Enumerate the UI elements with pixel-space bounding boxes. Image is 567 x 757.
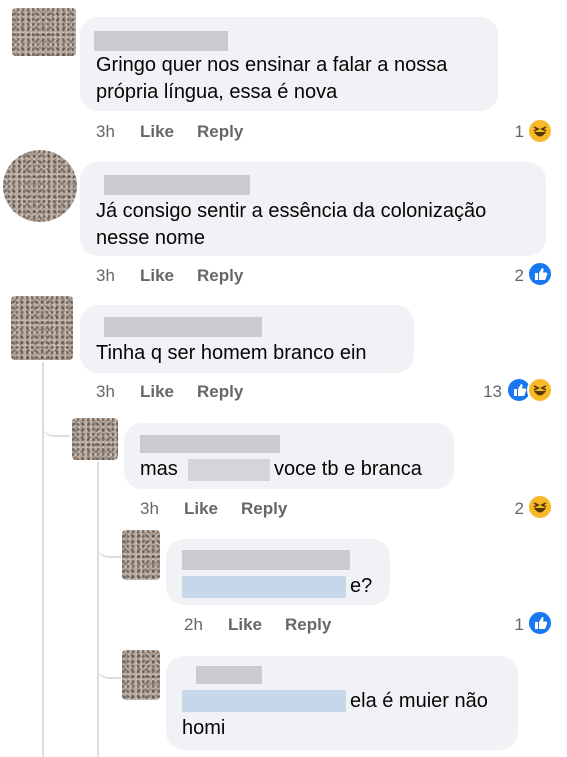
avatar[interactable] [3,150,77,222]
author-name-redacted[interactable] [104,317,262,337]
author-name-redacted[interactable] [104,175,250,195]
reply-actions: 3h Like Reply [0,499,567,519]
reaction-count[interactable]: 13 [470,382,502,402]
mention-redacted[interactable] [188,459,270,481]
thread-connector-reply-3 [97,635,121,679]
reaction-count[interactable]: 1 [490,615,524,635]
like-button[interactable]: Like [228,615,262,635]
thread-connector-reply-2 [97,518,121,558]
reply-text: mas [140,458,178,480]
mention-redacted[interactable] [182,576,346,598]
avatar[interactable] [12,8,76,56]
reply-bubble: mas voce tb e branca [124,423,454,489]
haha-icon[interactable] [527,377,553,403]
reply-text: e? [350,575,373,597]
reaction-count[interactable]: 2 [490,499,524,519]
comment-text: Tinha q ser homem branco ein [96,342,367,364]
comment-bubble: Tinha q ser homem branco ein [80,305,414,373]
timestamp[interactable]: 3h [96,122,115,142]
haha-icon[interactable] [527,118,553,144]
avatar[interactable] [72,418,118,460]
comment-text: Já consigo sentir a essência da coloniza… [96,200,487,222]
reply-text: ela é muier não [350,690,488,712]
avatar[interactable] [122,650,160,700]
timestamp[interactable]: 3h [140,499,159,519]
timestamp[interactable]: 2h [184,615,203,635]
reply-text: homi [182,717,226,739]
author-name-redacted[interactable] [182,550,350,570]
like-button[interactable]: Like [140,382,174,402]
comment-text: nesse nome [96,227,205,249]
comment-bubble: Gringo quer nos ensinar a falar a nossa … [80,17,498,111]
author-name-redacted[interactable] [94,31,228,51]
comment-actions: 3h Like Reply [0,122,567,142]
comment-text: Gringo quer nos ensinar a falar a nossa [96,54,448,76]
like-button[interactable]: Like [140,122,174,142]
reaction-count[interactable]: 1 [490,122,524,142]
reply-button[interactable]: Reply [197,382,243,402]
comment-actions: 3h Like Reply [0,266,567,286]
reply-button[interactable]: Reply [241,499,287,519]
reply-text: voce tb e branca [274,458,422,480]
avatar[interactable] [122,530,160,580]
reaction-count[interactable]: 2 [490,266,524,286]
comment-bubble: Já consigo sentir a essência da coloniza… [80,162,546,256]
reply-bubble: ela é muier não homi [166,656,518,750]
reply-actions: 2h Like Reply [0,615,567,635]
timestamp[interactable]: 3h [96,266,115,286]
timestamp[interactable]: 3h [96,382,115,402]
reply-button[interactable]: Reply [285,615,331,635]
avatar[interactable] [11,296,73,360]
like-icon[interactable] [527,610,553,636]
reply-bubble: e? [166,539,390,605]
mention-redacted[interactable] [182,690,346,712]
haha-icon[interactable] [527,494,553,520]
author-name-redacted[interactable] [196,666,262,684]
reply-button[interactable]: Reply [197,122,243,142]
reply-button[interactable]: Reply [197,266,243,286]
like-icon[interactable] [527,261,553,287]
author-name-redacted[interactable] [140,435,280,453]
comment-text: própria língua, essa é nova [96,81,338,103]
like-button[interactable]: Like [140,266,174,286]
like-button[interactable]: Like [184,499,218,519]
